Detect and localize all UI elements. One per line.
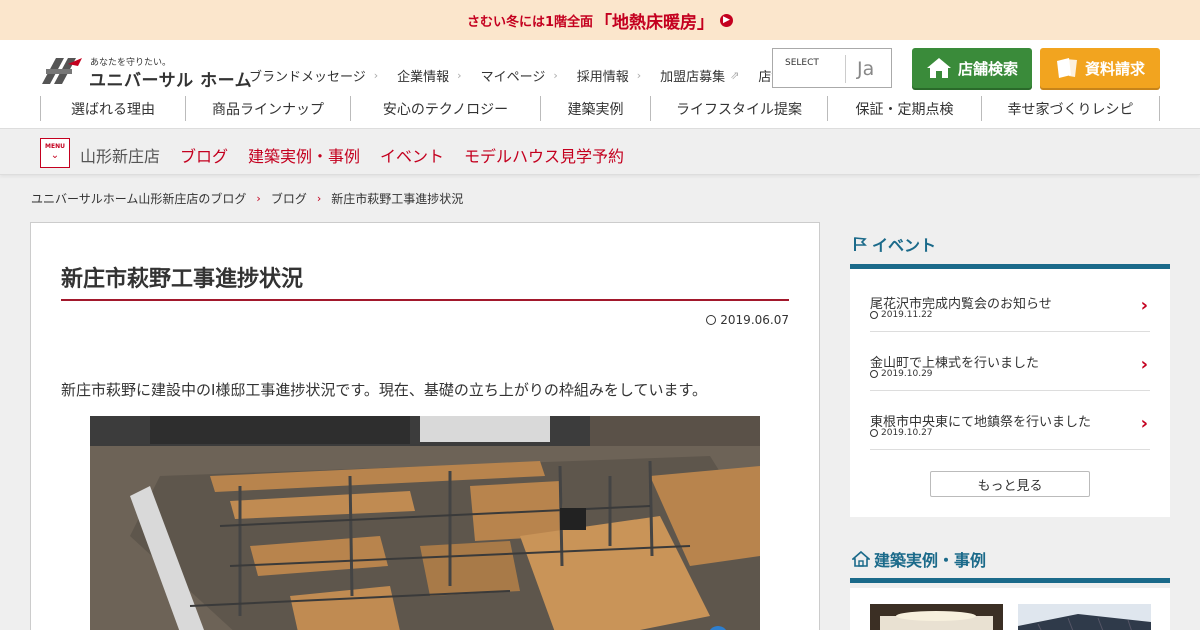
store-links: ブログ 建築実例・事例 イベント モデルハウス見学予約 xyxy=(180,143,624,167)
store-link-blog[interactable]: ブログ xyxy=(180,143,228,167)
util-label: 企業情報 xyxy=(397,70,450,85)
store-subbar: MENU ⌄ 山形新庄店 ブログ 建築実例・事例 イベント モデルハウス見学予約 xyxy=(0,129,1200,175)
store-link-events[interactable]: イベント xyxy=(380,143,444,167)
cases-heading-label: 建築実例・事例 xyxy=(874,551,987,570)
breadcrumb-store-blog[interactable]: ユニバーサルホーム山形新庄店のブログ xyxy=(31,190,246,207)
documents-icon xyxy=(1056,58,1077,78)
util-label: ブランドメッセージ xyxy=(249,70,366,85)
language-label: SELECT xyxy=(785,58,819,68)
store-name: 山形新庄店 xyxy=(80,147,161,166)
chevron-right-icon: › xyxy=(1140,354,1148,375)
title-underline xyxy=(61,299,789,301)
breadcrumb-blog[interactable]: ブログ xyxy=(271,190,307,207)
chevron-right-icon: › xyxy=(636,69,642,82)
banner-text: さむい冬には1階全面 xyxy=(466,14,594,30)
nav-recipe[interactable]: 幸せ家づくりレシピ xyxy=(981,96,1160,121)
breadcrumb: ユニバーサルホーム山形新庄店のブログ › ブログ › 新庄市萩野工事進捗状況 xyxy=(31,190,463,207)
article-card: 新庄市萩野工事進捗状況 2019.06.07 新庄市萩野に建設中のI様邸工事進捗… xyxy=(30,222,820,630)
nav-examples[interactable]: 建築実例 xyxy=(540,96,650,121)
language-value: Ja xyxy=(857,58,875,80)
house-outline-icon xyxy=(852,550,870,567)
nav-warranty[interactable]: 保証・定期点検 xyxy=(827,96,981,121)
logo-mark-icon xyxy=(42,58,82,84)
article-title: 新庄市萩野工事進捗状況 xyxy=(61,267,304,292)
events-card: 尾花沢市完成内覧会のお知らせ 2019.11.22 › 金山町で上棟式を行いまし… xyxy=(850,269,1170,517)
banner-highlight: 「地熱床暖房」 xyxy=(595,12,715,33)
util-franchise[interactable]: 加盟店募集 ⇗ xyxy=(660,66,739,85)
menu-label: MENU xyxy=(45,143,65,150)
logo-name: ユニバーサル ホーム xyxy=(89,71,253,91)
breadcrumb-separator-icon: › xyxy=(256,192,261,205)
flag-icon xyxy=(854,237,867,251)
request-docs-label: 資料請求 xyxy=(1084,59,1145,78)
cases-rule xyxy=(850,578,1170,583)
util-company[interactable]: 企業情報 › xyxy=(397,66,461,85)
util-mypage[interactable]: マイページ › xyxy=(481,66,558,85)
cases-heading: 建築実例・事例 xyxy=(852,547,986,571)
construction-photo xyxy=(90,416,760,630)
event-date-value: 2019.11.22 xyxy=(881,310,933,320)
divider xyxy=(845,55,846,83)
event-date: 2019.10.27 xyxy=(870,428,933,438)
util-label: 加盟店募集 xyxy=(660,70,726,85)
store-link-cases[interactable]: 建築実例・事例 xyxy=(248,143,360,167)
event-item[interactable]: 尾花沢市完成内覧会のお知らせ 2019.11.22 › xyxy=(870,273,1150,332)
util-recruit[interactable]: 採用情報 › xyxy=(577,66,641,85)
breadcrumb-current: 新庄市萩野工事進捗状況 xyxy=(331,192,464,206)
clock-icon xyxy=(870,429,878,437)
chevron-right-circle-icon: ▶ xyxy=(720,13,734,27)
cases-card xyxy=(850,588,1170,630)
clock-icon xyxy=(870,311,878,319)
case-thumbnail[interactable] xyxy=(1018,604,1151,630)
breadcrumb-separator-icon: › xyxy=(316,192,322,205)
events-heading: イベント xyxy=(852,232,936,256)
util-label: 採用情報 xyxy=(576,70,629,85)
chevron-right-icon: › xyxy=(1140,295,1148,316)
more-events-button[interactable]: もっと見る xyxy=(930,471,1090,497)
menu-button[interactable]: MENU ⌄ xyxy=(40,138,70,168)
event-date: 2019.11.22 xyxy=(870,310,933,320)
main-nav: 選ばれる理由 商品ラインナップ 安心のテクノロジー 建築実例 ライフスタイル提案… xyxy=(40,96,1160,121)
external-link-icon: ⇗ xyxy=(730,69,740,82)
case-thumbnail[interactable] xyxy=(870,604,1003,630)
chevron-right-icon: › xyxy=(1140,413,1148,434)
language-select[interactable]: SELECT Ja xyxy=(772,48,892,88)
store-search-button[interactable]: 店舗検索 xyxy=(912,48,1032,88)
event-date-value: 2019.10.27 xyxy=(881,428,933,438)
request-docs-button[interactable]: 資料請求 xyxy=(1040,48,1160,88)
event-item[interactable]: 東根市中央東にて地鎮祭を行いました 2019.10.27 › xyxy=(870,391,1150,450)
store-link-model-house[interactable]: モデルハウス見学予約 xyxy=(464,143,624,167)
util-brand-message[interactable]: ブランドメッセージ › xyxy=(249,66,378,85)
clock-icon xyxy=(870,370,878,378)
events-heading-label: イベント xyxy=(872,236,937,255)
chevron-right-icon: › xyxy=(553,69,558,82)
store-search-label: 店舗検索 xyxy=(957,59,1018,78)
nav-lifestyle[interactable]: ライフスタイル提案 xyxy=(650,96,827,121)
clock-icon xyxy=(706,315,717,325)
article-body: 新庄市萩野に建設中のI様邸工事進捗状況です。現在、基礎の立ち上がりの枠組みをして… xyxy=(61,381,707,399)
nav-technology[interactable]: 安心のテクノロジー xyxy=(350,96,540,121)
site-logo[interactable]: あなたを守りたい。 ユニバーサル ホーム xyxy=(40,52,252,91)
nav-reasons[interactable]: 選ばれる理由 xyxy=(40,96,185,121)
article-date-value: 2019.06.07 xyxy=(720,313,789,327)
promo-banner[interactable]: さむい冬には1階全面 「地熱床暖房」 ▶ xyxy=(0,0,1200,40)
event-date-value: 2019.10.29 xyxy=(881,369,933,379)
event-date: 2019.10.29 xyxy=(870,369,933,379)
nav-lineup[interactable]: 商品ラインナップ xyxy=(185,96,350,121)
util-label: マイページ xyxy=(480,70,546,85)
house-icon xyxy=(926,58,951,78)
site-header: あなたを守りたい。 ユニバーサル ホーム ブランドメッセージ › 企業情報 › マイ… xyxy=(0,40,1200,129)
chevron-down-icon: ⌄ xyxy=(50,150,60,161)
chevron-right-icon: › xyxy=(373,69,379,82)
article-date: 2019.06.07 xyxy=(706,313,789,327)
event-item[interactable]: 金山町で上棟式を行いました 2019.10.29 › xyxy=(870,332,1150,391)
chevron-right-icon: › xyxy=(457,69,462,82)
